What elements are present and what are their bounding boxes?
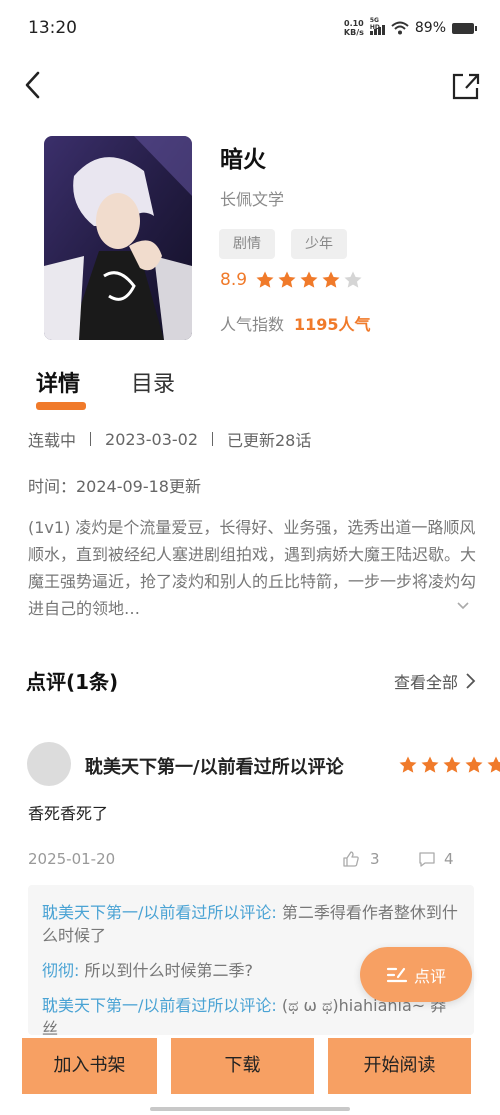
bottom-action-bar: 加入书架 下载 开始阅读 [0,1038,500,1096]
write-review-label: 点评 [413,966,446,986]
signal-icon: 5G HD [369,17,385,35]
reviews-header: 点评(1条) [26,670,119,694]
chevron-right-icon [466,673,476,689]
net-speed: 0.10 KB/s [343,19,364,37]
book-cover[interactable] [44,136,192,340]
thumbs-up-icon [343,851,359,867]
star-icon [278,271,296,288]
battery-icon [452,22,477,34]
reply-item[interactable]: 耽美天下第一/以前看过所以评论: 第二季得看作者整休到什么时候了 [42,901,460,947]
star-icon [399,756,417,773]
download-button[interactable]: 下载 [171,1038,314,1094]
book-author[interactable]: 长佩文学 [220,186,284,210]
battery-percent: 89% [414,20,446,36]
detail-tabs: 详情 目录 [36,366,336,416]
chevron-left-icon [25,71,40,99]
tag-drama[interactable]: 剧情 [219,229,275,259]
star-icon [344,271,362,288]
share-external-icon [452,73,480,100]
start-reading-button[interactable]: 开始阅读 [328,1038,471,1094]
like-count: 3 [370,850,380,868]
wifi-icon [391,21,409,35]
add-to-shelf-button[interactable]: 加入书架 [22,1038,157,1094]
star-icon [465,756,483,773]
star-icon [256,271,274,288]
reviewer-name[interactable]: 耽美天下第一/以前看过所以评论 [85,753,344,779]
review-stars [398,755,500,775]
star-icon [421,756,439,773]
serial-meta: 连载中 2023-03-02 已更新28话 [28,427,311,451]
comment-button[interactable]: 4 [418,850,454,868]
review-text: 香死香死了 [28,804,109,823]
cover-illustration [44,136,192,340]
chevron-down-icon[interactable] [455,597,471,613]
like-button[interactable]: 3 [342,850,380,868]
status-bar: 13:20 0.10 KB/s 5G HD 89% [0,0,500,60]
star-icon [322,271,340,288]
update-time: 时间：2024-09-18更新 [28,477,201,496]
view-all-label: 查看全部 [393,673,458,692]
reply-user[interactable]: 彻彻: [42,961,79,980]
view-all-reviews-button[interactable]: 查看全部 [394,669,476,693]
episodes-updated: 已更新28话 [227,431,312,450]
book-title: 暗火 [220,147,266,173]
divider [212,432,213,446]
tab-detail[interactable]: 详情 [36,366,80,398]
reply-text: 所以到什么时候第二季? [79,961,253,980]
divider [90,432,92,446]
star-icon [487,756,500,773]
status-icons: 0.10 KB/s 5G HD 89% [343,17,477,37]
avatar[interactable] [27,742,71,786]
star-icon [443,756,461,773]
review-date: 2025-01-20 [28,850,116,868]
back-button[interactable] [20,68,50,102]
synopsis[interactable]: (1v1) 凌灼是个流量爱豆，长得好、业务强，选秀出道一路顺风顺水，直到被经纪人… [28,514,478,622]
start-date: 2023-03-02 [105,429,198,449]
popularity-label: 人气指数 [220,315,285,334]
rating-stars [255,270,365,290]
comment-count: 4 [444,850,454,868]
home-indicator[interactable] [150,1107,350,1111]
write-review-button[interactable]: 点评 [360,947,472,1002]
comment-icon [419,852,435,867]
nav-bar [0,60,500,110]
share-button[interactable] [450,68,480,102]
rating-score: 8.9 [220,270,248,290]
status-time: 13:20 [28,18,77,38]
star-icon [300,271,318,288]
reply-user[interactable]: 耽美天下第一/以前看过所以评论: [42,996,277,1015]
tag-youth[interactable]: 少年 [291,229,347,259]
rating-row: 8.9 [220,270,365,290]
tab-toc[interactable]: 目录 [131,366,175,398]
popularity: 人气指数 1195人气 [220,311,371,335]
comment-edit-icon [386,967,408,982]
tab-active-indicator [36,402,86,410]
popularity-value: 1195人气 [294,315,371,334]
serial-status: 连载中 [28,431,77,450]
reply-user[interactable]: 耽美天下第一/以前看过所以评论: [42,903,277,922]
